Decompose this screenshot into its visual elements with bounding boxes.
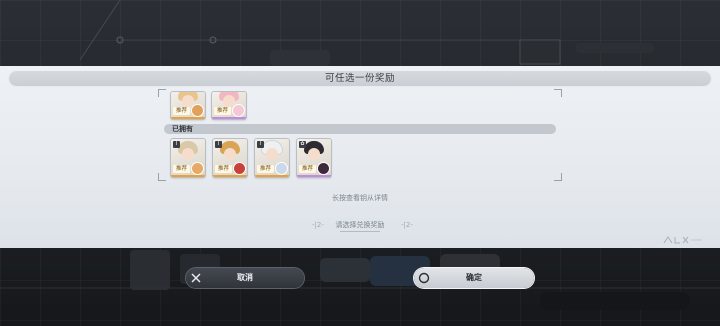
rarity-stripe xyxy=(255,175,289,177)
frame-corner xyxy=(158,173,166,181)
class-icon: ✿ xyxy=(299,141,306,148)
recommend-tag: 推荐 xyxy=(173,107,191,115)
recommend-tag: 推荐 xyxy=(299,165,317,173)
owned-reward-card[interactable]: I 推荐 xyxy=(255,139,289,177)
class-icon: I xyxy=(173,141,180,148)
recommend-tag: 推荐 xyxy=(173,165,191,173)
long-press-hint: 长按查看钥从详情 xyxy=(332,194,388,202)
owned-reward-card[interactable]: I 推荐 xyxy=(171,139,205,177)
recommend-tag: 推荐 xyxy=(257,165,275,173)
owned-reward-card[interactable]: ✿ 推荐 xyxy=(297,139,331,177)
confirm-label: 确定 xyxy=(466,273,482,282)
recommend-tag: 推荐 xyxy=(215,165,233,173)
reward-card[interactable]: 推荐 xyxy=(171,92,205,119)
corner-logo-icon xyxy=(663,236,703,246)
rarity-stripe xyxy=(297,175,331,177)
select-reward-hint: 请选择兑换奖励 xyxy=(335,221,385,229)
character-avatar xyxy=(192,163,203,174)
character-avatar xyxy=(318,163,329,174)
reward-selection-panel: 可任选一份奖励 推荐 推荐 已拥有 I 推荐 I 推荐 I 推荐 ✿ 推荐 长按… xyxy=(0,66,720,248)
rarity-stripe xyxy=(213,175,247,177)
frame-corner xyxy=(554,173,562,181)
background-decoration-bottom xyxy=(0,250,720,310)
cancel-button[interactable]: 取消 xyxy=(186,268,304,288)
reward-card[interactable]: 推荐 xyxy=(212,92,246,119)
owned-reward-card[interactable]: I 推荐 xyxy=(213,139,247,177)
rarity-stripe xyxy=(171,117,205,119)
owned-label: 已拥有 xyxy=(172,125,193,133)
character-avatar xyxy=(276,163,287,174)
background-decoration xyxy=(79,0,655,66)
dialog-title: 可任选一份奖励 xyxy=(324,73,395,84)
hint-decoration-right: -|2- xyxy=(401,221,413,229)
character-avatar xyxy=(234,163,245,174)
character-face xyxy=(182,148,194,160)
class-icon: I xyxy=(215,141,222,148)
hint-underline xyxy=(340,231,380,232)
character-avatar xyxy=(233,105,244,116)
class-icon: I xyxy=(257,141,264,148)
rarity-stripe xyxy=(212,117,246,119)
title-bar: 可任选一份奖励 xyxy=(8,70,712,87)
character-avatar xyxy=(192,105,203,116)
character-face xyxy=(308,148,320,160)
owned-section-header: 已拥有 xyxy=(164,124,556,134)
rarity-stripe xyxy=(171,175,205,177)
frame-corner xyxy=(158,89,166,97)
confirm-button[interactable]: 确定 xyxy=(414,268,534,288)
character-face xyxy=(224,148,236,160)
frame-corner xyxy=(554,89,562,97)
recommend-tag: 推荐 xyxy=(214,107,232,115)
character-face xyxy=(182,95,194,107)
cancel-label: 取消 xyxy=(237,273,253,282)
character-face xyxy=(266,148,278,160)
character-face xyxy=(223,95,235,107)
